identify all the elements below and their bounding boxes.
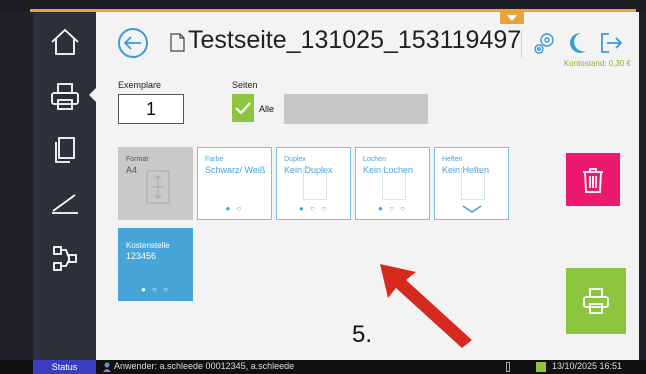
connection-icon bbox=[536, 362, 546, 372]
chevron-down-icon bbox=[462, 205, 482, 213]
delete-button[interactable] bbox=[566, 153, 620, 206]
copies-label: Exemplare bbox=[118, 80, 162, 90]
status-button[interactable]: Status bbox=[33, 360, 96, 374]
sidebar-item-home[interactable] bbox=[33, 16, 96, 68]
punch-tile[interactable]: Lochen Kein Lochen ● ○ ○ bbox=[355, 147, 430, 220]
copy-icon bbox=[54, 137, 75, 163]
trash-icon bbox=[583, 167, 603, 193]
account-balance: Kontostand: 0,30 € bbox=[563, 59, 631, 68]
logout-icon[interactable] bbox=[599, 31, 623, 55]
duplex-tile-label: Duplex bbox=[284, 156, 306, 163]
page-indicator-dots: ● ○ ○ bbox=[299, 204, 328, 213]
punch-illustration bbox=[382, 168, 406, 200]
all-pages-label: Alle bbox=[259, 104, 275, 114]
printer-icon bbox=[50, 83, 79, 110]
color-tile-label: Farbe bbox=[205, 156, 224, 163]
sidebar-item-print[interactable] bbox=[33, 70, 96, 122]
print-job-panel: Testseite_131025_153119497 Kontostand: 0… bbox=[96, 12, 639, 360]
page-title: Testseite_131025_153119497 bbox=[188, 26, 522, 54]
color-tile[interactable]: Farbe Schwarz/ Weiß ● ○ bbox=[197, 147, 272, 220]
current-user: Anwender: a.schleede 00012345, a.schleed… bbox=[114, 361, 295, 371]
all-pages-checkbox[interactable] bbox=[232, 94, 254, 122]
staple-tile[interactable]: Heften Kein Heften bbox=[434, 147, 509, 220]
home-icon bbox=[50, 28, 79, 55]
page-range-field bbox=[284, 94, 428, 124]
scan-icon bbox=[51, 194, 78, 214]
paper-size-icon bbox=[146, 170, 170, 204]
print-button[interactable] bbox=[566, 268, 626, 334]
chevron-down-icon bbox=[507, 15, 517, 21]
checkmark-icon bbox=[235, 102, 251, 114]
device-bezel-top bbox=[0, 0, 646, 12]
document-icon bbox=[170, 33, 185, 52]
staple-illustration bbox=[461, 168, 485, 200]
date-time: 13/10/2025 16:51 bbox=[552, 361, 623, 371]
pages-label: Seiten bbox=[232, 80, 258, 90]
back-button[interactable] bbox=[118, 28, 148, 58]
punch-tile-label: Lochen bbox=[363, 156, 386, 163]
page-indicator-dots: ● ○ ○ bbox=[141, 285, 170, 294]
printer-icon bbox=[583, 288, 609, 314]
sidebar-item-workflow[interactable] bbox=[33, 232, 96, 284]
duplex-illustration bbox=[303, 168, 327, 200]
annotation-step-label: 5. bbox=[352, 321, 373, 348]
color-tile-value: Schwarz/ Weiß bbox=[205, 165, 266, 175]
status-bar: Status Anwender: a.schleede 00012345, a.… bbox=[0, 360, 646, 374]
format-tile-label: Format bbox=[126, 156, 149, 163]
sidebar-item-copy[interactable] bbox=[33, 124, 96, 176]
annotation-arrow bbox=[380, 264, 472, 348]
cost-center-tile-label: Kostenstelle bbox=[126, 241, 170, 250]
user-icon bbox=[103, 362, 111, 372]
device-bezel-left bbox=[0, 12, 33, 360]
sidebar-item-scan[interactable] bbox=[33, 178, 96, 230]
header-divider bbox=[521, 30, 522, 58]
staple-tile-label: Heften bbox=[442, 156, 463, 163]
sidebar bbox=[33, 12, 96, 360]
card-reader-icon bbox=[506, 362, 510, 372]
format-tile: Format A4 bbox=[118, 147, 193, 220]
page-indicator-dots: ● ○ ○ bbox=[378, 204, 407, 213]
moon-icon[interactable] bbox=[566, 31, 588, 55]
cost-center-tile-value: 123456 bbox=[126, 251, 157, 261]
workflow-icon bbox=[52, 246, 77, 271]
device-bezel-right bbox=[639, 12, 646, 360]
cost-center-tile[interactable]: Kostenstelle 123456 ● ○ ○ bbox=[118, 228, 193, 301]
page-indicator-dots: ● ○ bbox=[225, 204, 244, 213]
arrow-left-icon bbox=[124, 36, 141, 50]
copies-input[interactable]: 1 bbox=[118, 94, 184, 124]
duplex-tile[interactable]: Duplex Kein Duplex ● ○ ○ bbox=[276, 147, 351, 220]
dropdown-tab[interactable] bbox=[500, 12, 524, 24]
settings-gear-icon[interactable] bbox=[532, 30, 558, 56]
